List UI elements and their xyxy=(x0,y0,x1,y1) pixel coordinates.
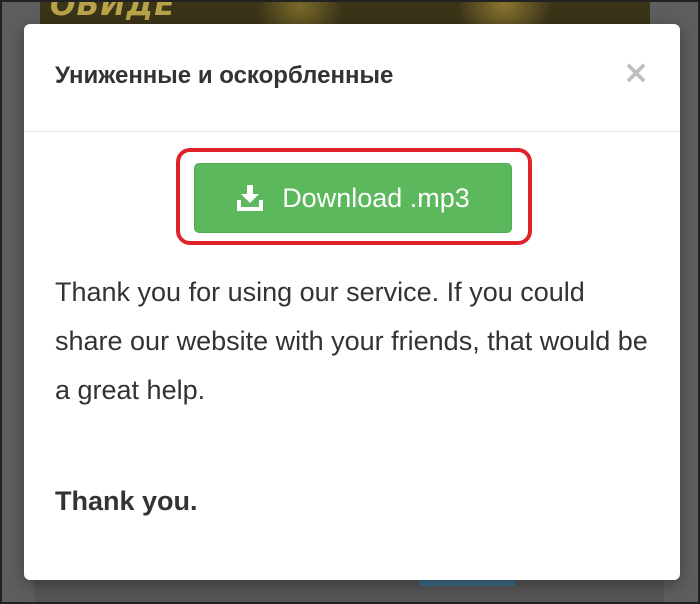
download-icon xyxy=(237,185,264,211)
download-modal: Униженные и оскорбленные × Download .mp3… xyxy=(24,24,680,580)
thank-you-heading: Thank you. xyxy=(55,486,198,516)
thank-you-message: Thank you for using our service. If you … xyxy=(55,277,648,405)
screen-frame: ОБИДЕ Униженные и оскорбленные × Downloa… xyxy=(0,0,700,604)
background-element xyxy=(419,580,515,586)
modal-header: Униженные и оскорбленные × xyxy=(24,24,680,132)
close-button[interactable]: × xyxy=(620,54,652,90)
background-banner-figure xyxy=(240,2,360,24)
background-banner: ОБИДЕ xyxy=(40,2,650,24)
download-mp3-button[interactable]: Download .mp3 xyxy=(194,163,512,233)
background-banner-art: ОБИДЕ xyxy=(50,0,176,23)
background-banner-figure xyxy=(460,2,570,24)
background-page xyxy=(34,580,664,602)
download-button-label: Download .mp3 xyxy=(282,182,470,213)
modal-title: Униженные и оскорбленные xyxy=(55,62,394,89)
